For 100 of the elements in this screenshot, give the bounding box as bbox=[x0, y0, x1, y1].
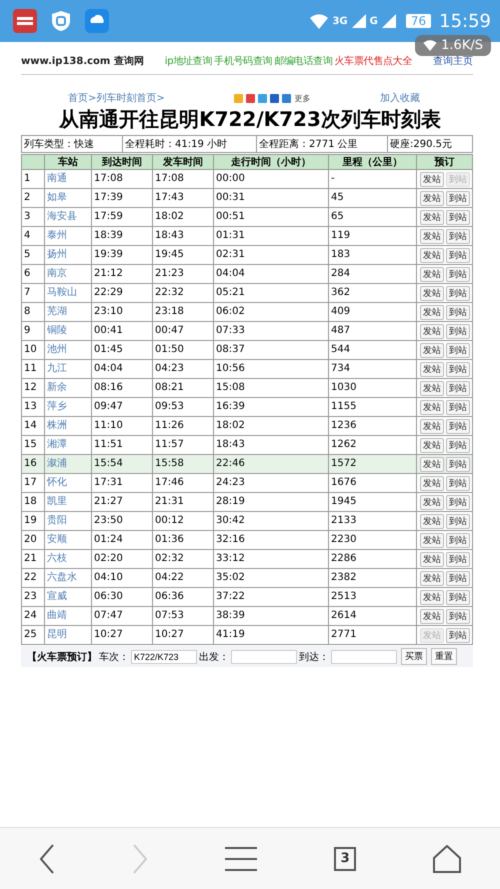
station-link[interactable]: 溆浦 bbox=[44, 454, 92, 474]
booking-button[interactable]: 到站 bbox=[446, 552, 470, 566]
booking-button[interactable]: 到站 bbox=[446, 438, 470, 452]
booking-button[interactable]: 到站 bbox=[446, 418, 470, 434]
booking-button[interactable]: 发站 bbox=[420, 286, 444, 300]
table-row[interactable]: 23 宣威 06:30 06:36 37:22 2513 发站 到站 bbox=[22, 588, 472, 606]
station-link[interactable]: 凯里 bbox=[44, 492, 92, 512]
booking-button[interactable]: 发站 bbox=[420, 342, 444, 358]
input-field[interactable] bbox=[331, 650, 397, 664]
booking-button[interactable]: 发站 bbox=[420, 552, 444, 566]
back-icon[interactable] bbox=[38, 844, 55, 874]
booking-button[interactable]: 发站 bbox=[420, 190, 444, 206]
station-link[interactable]: 芜湖 bbox=[44, 302, 92, 322]
booking-button[interactable]: 到站 bbox=[446, 342, 470, 358]
form-button[interactable]: 重置 bbox=[431, 648, 457, 665]
table-row[interactable]: 19 贵阳 23:50 00:12 30:42 2133 发站 到站 bbox=[22, 512, 472, 530]
booking-button[interactable]: 发站 bbox=[420, 532, 444, 548]
booking-button[interactable]: 发站 bbox=[420, 438, 444, 452]
station-link[interactable]: 萍乡 bbox=[44, 398, 92, 416]
form-button[interactable]: 买票 bbox=[401, 648, 427, 665]
booking-button[interactable]: 发站 bbox=[420, 266, 444, 282]
booking-button[interactable]: 发站 bbox=[420, 248, 444, 262]
booking-button[interactable]: 发站 bbox=[420, 570, 444, 586]
booking-button[interactable]: 发站 bbox=[420, 228, 444, 244]
table-row[interactable]: 12 新余 08:16 08:21 15:08 1030 发站 到站 bbox=[22, 378, 472, 398]
more-link[interactable]: 更多 bbox=[294, 92, 310, 104]
booking-button[interactable]: 到站 bbox=[446, 304, 470, 320]
station-link[interactable]: 铜陵 bbox=[44, 322, 92, 340]
station-link[interactable]: 如皋 bbox=[44, 188, 92, 208]
booking-button[interactable]: 发站 bbox=[420, 476, 444, 490]
station-link[interactable]: 株洲 bbox=[44, 416, 92, 436]
table-row[interactable]: 4 泰州 18:39 18:43 01:31 119 发站 到站 bbox=[22, 226, 472, 246]
station-link[interactable]: 六盘水 bbox=[44, 568, 92, 588]
station-link[interactable]: 扬州 bbox=[44, 246, 92, 264]
table-row[interactable]: 11 九江 04:04 04:23 10:56 734 发站 到站 bbox=[22, 360, 472, 378]
table-row[interactable]: 13 萍乡 09:47 09:53 16:39 1155 发站 到站 bbox=[22, 398, 472, 416]
station-link[interactable]: 六枝 bbox=[44, 550, 92, 568]
bookmark-link[interactable]: 加入收藏 bbox=[380, 91, 420, 105]
booking-button[interactable]: 到站 bbox=[446, 570, 470, 586]
table-row[interactable]: 18 凯里 21:27 21:31 28:19 1945 发站 到站 bbox=[22, 492, 472, 512]
station-link[interactable]: 贵阳 bbox=[44, 512, 92, 530]
booking-button[interactable]: 到站 bbox=[446, 380, 470, 396]
booking-button[interactable]: 发站 bbox=[420, 400, 444, 414]
station-link[interactable]: 九江 bbox=[44, 360, 92, 378]
booking-button[interactable]: 发站 bbox=[420, 362, 444, 376]
station-link[interactable]: 泰州 bbox=[44, 226, 92, 246]
booking-button[interactable]: 发站 bbox=[420, 172, 444, 186]
table-row[interactable]: 2 如皋 17:39 17:43 00:31 45 发站 到站 bbox=[22, 188, 472, 208]
station-link[interactable]: 南京 bbox=[44, 264, 92, 284]
table-row[interactable]: 24 曲靖 07:47 07:53 38:39 2614 发站 到站 bbox=[22, 606, 472, 626]
input-field[interactable] bbox=[231, 650, 297, 664]
booking-button[interactable]: 到站 bbox=[446, 266, 470, 282]
booking-button[interactable]: 到站 bbox=[446, 590, 470, 604]
booking-button[interactable]: 到站 bbox=[446, 400, 470, 414]
booking-button[interactable]: 发站 bbox=[420, 418, 444, 434]
station-link[interactable]: 宣威 bbox=[44, 588, 92, 606]
booking-button[interactable]: 发站 bbox=[420, 380, 444, 396]
booking-button[interactable]: 到站 bbox=[446, 248, 470, 262]
booking-button[interactable]: 到站 bbox=[446, 514, 470, 528]
booking-button[interactable]: 发站 bbox=[420, 304, 444, 320]
booking-button[interactable]: 到站 bbox=[446, 228, 470, 244]
table-row[interactable]: 9 铜陵 00:41 00:47 07:33 487 发站 到站 bbox=[22, 322, 472, 340]
station-link[interactable]: 安顺 bbox=[44, 530, 92, 550]
booking-button[interactable]: 发站 bbox=[420, 456, 444, 472]
table-row[interactable]: 3 海安县 17:59 18:02 00:51 65 发站 到站 bbox=[22, 208, 472, 226]
booking-button[interactable]: 发站 bbox=[420, 324, 444, 338]
booking-button[interactable]: 发站 bbox=[420, 590, 444, 604]
booking-button[interactable]: 到站 bbox=[446, 494, 470, 510]
app-icon[interactable] bbox=[13, 9, 37, 33]
station-link[interactable]: 海安县 bbox=[44, 208, 92, 226]
cloud-icon[interactable] bbox=[85, 9, 109, 33]
booking-button[interactable]: 到站 bbox=[446, 210, 470, 224]
booking-button[interactable]: 到站 bbox=[446, 628, 470, 642]
station-link[interactable]: 曲靖 bbox=[44, 606, 92, 626]
station-link[interactable]: 池州 bbox=[44, 340, 92, 360]
station-link[interactable]: 怀化 bbox=[44, 474, 92, 492]
station-link[interactable]: 新余 bbox=[44, 378, 92, 398]
table-row[interactable]: 7 马鞍山 22:29 22:32 05:21 362 发站 到站 bbox=[22, 284, 472, 302]
tabs-button[interactable]: 3 bbox=[334, 846, 356, 870]
booking-button[interactable]: 发站 bbox=[420, 608, 444, 624]
station-link[interactable]: 南通 bbox=[44, 170, 92, 188]
header-link[interactable]: 邮编电话查询 bbox=[274, 54, 332, 68]
booking-button[interactable]: 到站 bbox=[446, 456, 470, 472]
home-icon[interactable] bbox=[433, 844, 462, 872]
shield-icon[interactable] bbox=[51, 10, 71, 32]
table-row[interactable]: 21 六枝 02:20 02:32 33:12 2286 发站 到站 bbox=[22, 550, 472, 568]
station-link[interactable]: 昆明 bbox=[44, 626, 92, 644]
booking-button[interactable]: 到站 bbox=[446, 362, 470, 376]
booking-button[interactable]: 发站 bbox=[420, 514, 444, 528]
booking-button[interactable]: 到站 bbox=[446, 608, 470, 624]
booking-button[interactable]: 到站 bbox=[446, 190, 470, 206]
site-logo-text[interactable]: www.ip138.com 查询网 bbox=[21, 54, 144, 68]
table-row[interactable]: 10 池州 01:45 01:50 08:37 544 发站 到站 bbox=[22, 340, 472, 360]
menu-icon[interactable] bbox=[224, 846, 257, 870]
booking-button[interactable]: 到站 bbox=[446, 324, 470, 338]
input-field[interactable]: K722/K723 bbox=[131, 650, 197, 664]
table-row[interactable]: 8 芜湖 23:10 23:18 06:02 409 发站 到站 bbox=[22, 302, 472, 322]
table-row[interactable]: 5 扬州 19:39 19:45 02:31 183 发站 到站 bbox=[22, 246, 472, 264]
booking-button[interactable]: 到站 bbox=[446, 532, 470, 548]
table-row[interactable]: 16 溆浦 15:54 15:58 22:46 1572 发站 到站 bbox=[22, 454, 472, 474]
